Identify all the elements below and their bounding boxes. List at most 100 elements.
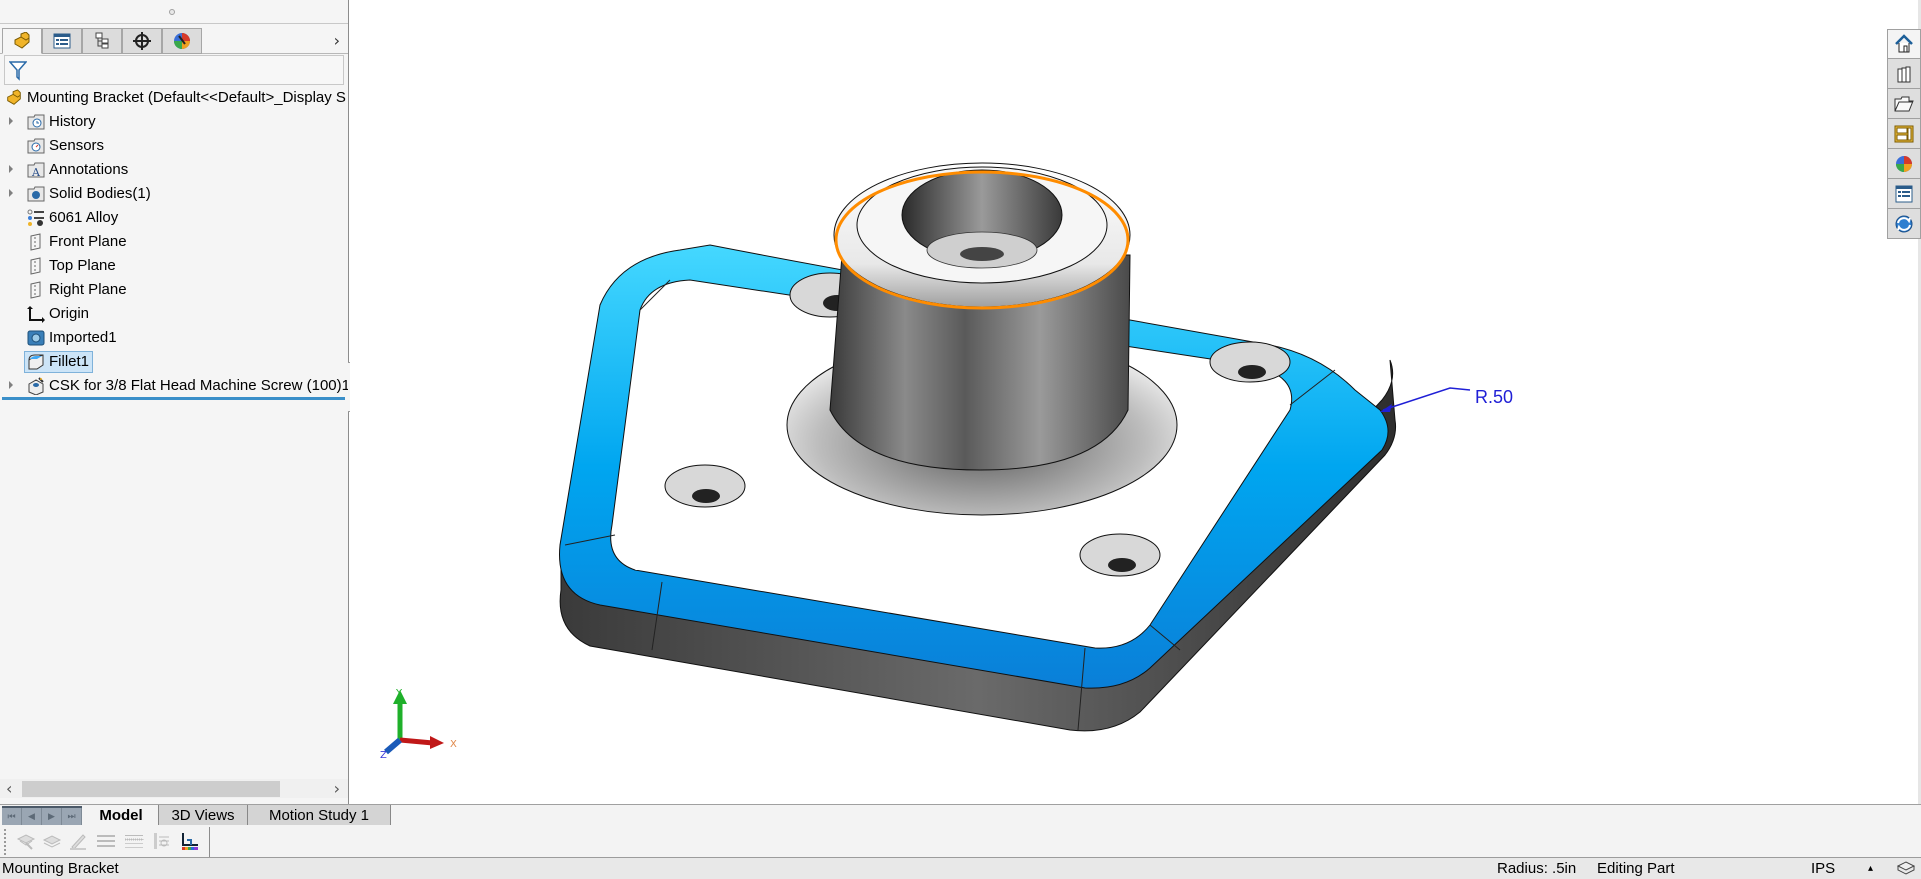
triad-x-label: X [450,739,457,750]
tree-item-label: Sensors [49,137,105,154]
design-library-button[interactable] [1887,59,1921,89]
grid-lines-icon[interactable] [124,831,144,851]
tree-item-label: Origin [49,305,90,322]
last-tab-button[interactable]: ⏭ [62,808,82,825]
stack-icon[interactable] [42,831,62,851]
rollback-bar[interactable] [2,397,345,400]
custom-properties-button[interactable] [1887,179,1921,209]
sensors-folder-icon [27,138,45,154]
triad-z-label: Z [380,750,387,761]
view-palette-button[interactable] [1887,119,1921,149]
hole-wizard-icon [28,377,44,395]
hole-bottom-right [1079,533,1161,577]
tab-3d-views[interactable]: 3D Views [158,805,248,826]
solid-bodies-folder-icon [27,186,45,202]
dimxpert-tab[interactable] [122,28,162,54]
manager-tabs: › [0,28,348,54]
status-measurement: Radius: .5in [1497,860,1577,877]
folder-icon [1894,96,1914,111]
filter-icon [9,61,27,81]
tab-model[interactable]: Model [84,805,158,826]
propertymanager-tab[interactable] [42,28,82,54]
part-icon [14,32,30,49]
expand-arrow-icon[interactable] [9,165,13,173]
file-explorer-button[interactable] [1887,89,1921,119]
appearances-button[interactable] [1887,149,1921,179]
grip-dot-icon [169,9,175,15]
solidworks-forum-button[interactable] [1887,209,1921,239]
sketch-icon[interactable] [16,831,36,851]
part-icon [7,89,21,105]
tree-item-label: Imported1 [49,329,117,346]
coordinate-triad: Y X Z [380,688,457,761]
home-icon [1895,34,1913,53]
property-list-icon [53,33,71,49]
tree-item-label: Right Plane [49,281,127,298]
featuremanager-tab[interactable] [2,28,42,54]
feature-manager-panel: › Mounting Bracket (Default<<Default>_Di… [0,0,350,804]
configurationmanager-tab[interactable] [82,28,122,54]
bottom-toolbar [0,825,1921,858]
tree-item-label: Front Plane [49,233,127,250]
displaymanager-tab[interactable] [162,28,202,54]
expand-arrow-icon[interactable] [9,189,13,197]
svg-text:A: A [31,166,41,179]
next-tab-button[interactable]: ▶ [42,808,62,825]
units-selector[interactable]: IPS [1811,860,1835,877]
panel-grip[interactable] [0,0,348,24]
crosshair-icon [133,32,151,50]
appearance-sphere-icon [174,33,190,49]
plane-icon [30,281,41,299]
configuration-icon [95,32,109,49]
view-palette-icon [1894,125,1914,142]
tree-item-label: Top Plane [49,257,116,274]
scroll-right-icon[interactable]: › [334,779,340,798]
triad-y-label: Y [395,688,403,699]
first-tab-button[interactable]: ⏮ [2,808,22,825]
tab-motion-study-1[interactable]: Motion Study 1 [247,805,391,826]
tree-item-label: CSK for 3/8 Flat Head Machine Screw (100… [49,377,350,394]
prev-tab-button[interactable]: ◀ [22,808,42,825]
more-tabs-chevron-icon[interactable]: › [334,31,340,50]
fillet-icon [28,354,44,370]
appearances-icon [1896,155,1912,172]
imported-body-icon [27,330,45,346]
units-menu-arrow-icon[interactable]: ▴ [1868,863,1873,874]
tab-navigation: ⏮ ◀ ▶ ⏭ [2,806,82,825]
scrollbar-thumb[interactable] [22,781,280,797]
model-view[interactable]: R.50 Y X Z [350,0,1886,804]
horizontal-scrollbar[interactable]: ‹ › [0,779,348,798]
expand-arrow-icon[interactable] [9,117,13,125]
bottom-tab-bar: ⏮ ◀ ▶ ⏭ Model 3D Views Motion Study 1 [0,804,1921,826]
display-states-icon[interactable] [152,831,172,851]
tree-item-label: Annotations [49,161,129,178]
task-pane [1887,29,1921,239]
solidworks-window: › Mounting Bracket (Default<<Default>_Di… [0,0,1921,879]
plane-icon [30,233,41,251]
scroll-left-icon[interactable]: ‹ [6,779,12,798]
annotations-folder-icon: A [27,162,45,179]
origin-icon [27,306,45,323]
rebuild-icon[interactable] [1896,860,1916,876]
forum-icon [1895,215,1913,232]
tree-item-label: 6061 Alloy [49,209,119,226]
history-folder-icon [27,114,45,130]
material-icon [27,209,44,226]
hole-bottom-left [664,464,746,508]
radius-dimension: R.50 [1475,387,1513,407]
tree-item-label: Solid Bodies(1) [49,185,151,202]
tree-filter-input[interactable] [4,55,344,85]
tree-item-label: Fillet1 [49,353,90,370]
expand-arrow-icon[interactable] [9,381,13,389]
hole-top-right [1209,341,1291,383]
solidworks-resources-button[interactable] [1887,29,1921,59]
coordinate-display-icon[interactable] [180,831,200,851]
lines-icon[interactable] [96,831,116,851]
pencil-icon[interactable] [68,831,88,851]
status-mode: Editing Part [1597,860,1675,877]
toolbar-grip[interactable] [4,829,6,855]
graphics-area[interactable]: R.50 Y X Z [350,0,1886,804]
custom-properties-icon [1895,185,1913,202]
status-document-name: Mounting Bracket [2,860,119,877]
toolbar-separator [209,827,210,857]
